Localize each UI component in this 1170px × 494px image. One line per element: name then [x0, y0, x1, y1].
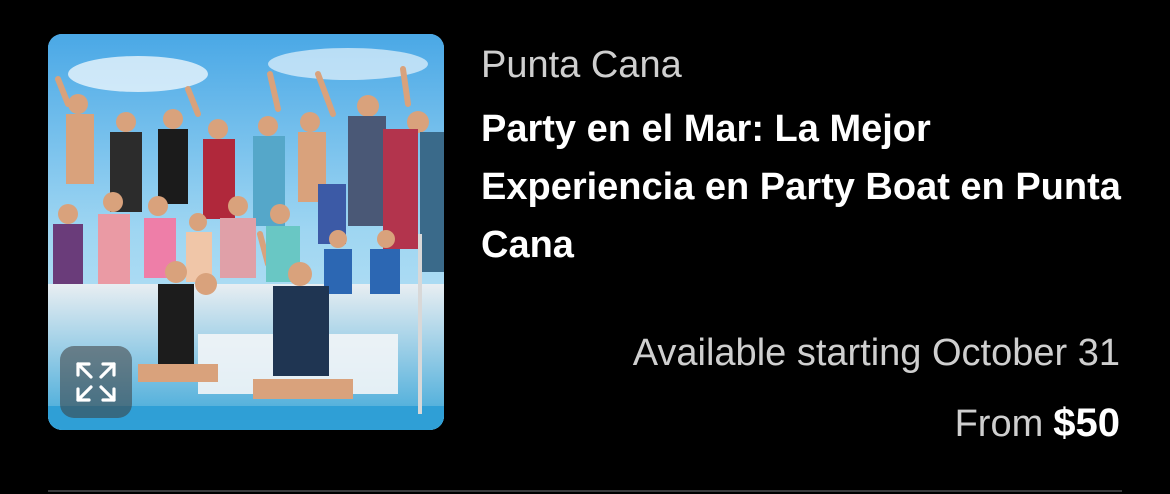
listing-thumbnail[interactable] — [48, 34, 444, 430]
expand-arrows-icon — [76, 362, 116, 402]
price-row: From $50 — [955, 400, 1120, 455]
listing-location: Punta Cana — [481, 44, 682, 86]
expand-image-button[interactable] — [60, 346, 132, 418]
listing-title[interactable]: Party en el Mar: La Mejor Experiencia en… — [481, 100, 1141, 274]
listing-card[interactable]: Punta Cana Party en el Mar: La Mejor Exp… — [0, 0, 1170, 494]
availability-text: Available starting October 31 — [632, 332, 1120, 374]
price-value: $50 — [1053, 401, 1120, 445]
divider — [48, 490, 1122, 492]
price-prefix: From — [954, 403, 1044, 445]
